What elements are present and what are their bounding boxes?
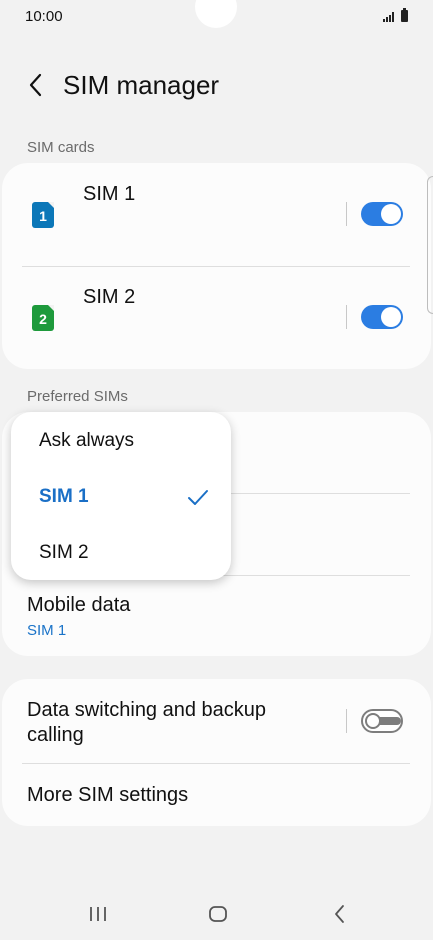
menu-item-ask-always[interactable]: Ask always <box>39 430 134 452</box>
menu-item-sim-2[interactable]: SIM 2 <box>39 542 89 564</box>
status-bar: 10:00 <box>0 0 433 34</box>
data-switching-row[interactable]: Data switching and backup calling <box>2 679 431 763</box>
signal-icon <box>383 12 394 22</box>
mobile-data-label: Mobile data <box>27 594 131 616</box>
battery-icon <box>401 8 408 22</box>
status-time: 10:00 <box>25 8 63 25</box>
mobile-data-row[interactable]: Mobile data SIM 1 <box>2 576 431 656</box>
sim-cards-section-label: SIM cards <box>27 139 95 156</box>
preferred-sim-popup-menu: Ask always SIM 1 SIM 2 <box>11 412 231 580</box>
back-icon[interactable] <box>328 902 352 926</box>
sim-1-label: SIM 1 <box>83 183 136 205</box>
sim-cards-card: 1 SIM 1 2 SIM 2 <box>2 163 431 369</box>
sim-2-toggle[interactable] <box>361 305 403 329</box>
scroll-indicator <box>427 176 433 314</box>
navigation-bar <box>0 890 433 940</box>
data-switching-toggle[interactable] <box>361 709 403 733</box>
data-switching-label: Data switching and backup calling <box>27 699 267 746</box>
sim-1-toggle[interactable] <box>361 202 403 226</box>
screen: 10:00 SIM manager SIM cards 1 SIM 1 2 SI… <box>0 0 433 940</box>
sim-2-icon: 2 <box>32 305 54 331</box>
menu-item-sim-1[interactable]: SIM 1 <box>39 486 89 508</box>
more-sim-settings-row[interactable]: More SIM settings <box>2 764 431 826</box>
camera-notch <box>195 0 237 28</box>
recent-apps-icon[interactable] <box>86 902 110 926</box>
sim-1-icon: 1 <box>32 202 54 228</box>
sim-2-label: SIM 2 <box>83 286 136 308</box>
sim-1-row[interactable]: 1 SIM 1 <box>2 163 431 266</box>
other-settings-card: Data switching and backup calling More S… <box>2 679 431 826</box>
checkmark-icon <box>188 490 208 505</box>
preferred-sims-section-label: Preferred SIMs <box>27 388 128 405</box>
separator <box>346 202 347 226</box>
page-title: SIM manager <box>63 70 220 100</box>
mobile-data-value: SIM 1 <box>27 622 67 639</box>
home-icon[interactable] <box>206 902 230 926</box>
back-arrow-icon[interactable] <box>22 70 52 100</box>
sim-2-row[interactable]: 2 SIM 2 <box>2 267 431 369</box>
separator <box>346 305 347 329</box>
separator <box>346 709 347 733</box>
more-sim-settings-label: More SIM settings <box>27 784 189 806</box>
